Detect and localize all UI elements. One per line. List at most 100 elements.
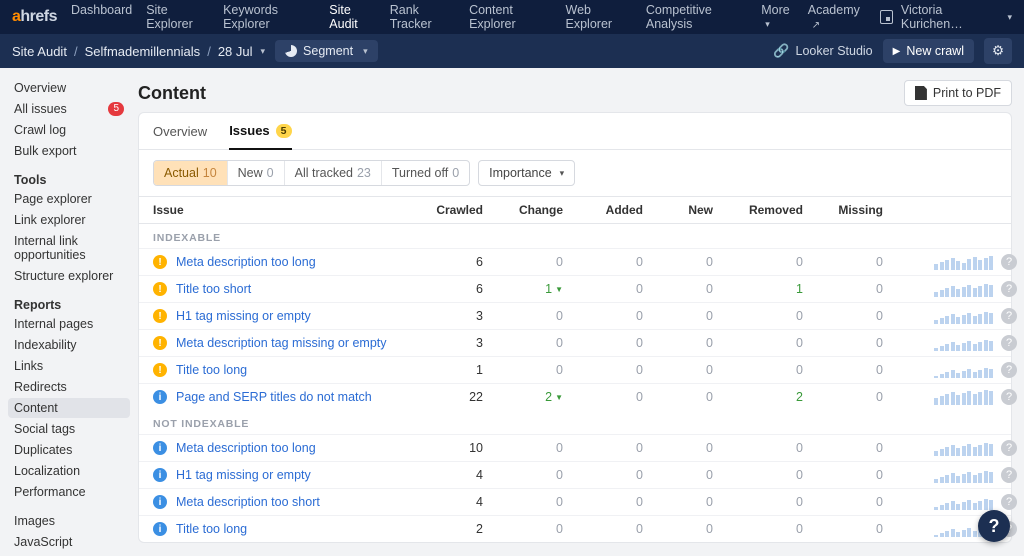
tab-overview[interactable]: Overview bbox=[153, 124, 207, 149]
help-icon[interactable]: ? bbox=[1001, 494, 1017, 510]
help-icon[interactable]: ? bbox=[1001, 467, 1017, 483]
col-issue[interactable]: Issue bbox=[153, 203, 413, 217]
segment-button[interactable]: Segment ▾ bbox=[275, 40, 378, 62]
print-pdf-button[interactable]: Print to PDF bbox=[904, 80, 1012, 106]
cell: 0 bbox=[563, 363, 643, 377]
tab-issues[interactable]: Issues5 bbox=[229, 123, 291, 150]
issue-link[interactable]: !Title too short bbox=[153, 282, 413, 296]
filter-pill-turned-off[interactable]: Turned off0 bbox=[382, 161, 469, 185]
new-crawl-button[interactable]: ▶ New crawl bbox=[883, 39, 974, 63]
chevron-down-icon: ▾ bbox=[560, 168, 565, 179]
nav-item-rank-tracker[interactable]: Rank Tracker bbox=[390, 3, 455, 31]
info-icon: i bbox=[153, 468, 167, 482]
issue-link[interactable]: !Meta description tag missing or empty bbox=[153, 336, 413, 350]
sidebar-item-label: Localization bbox=[14, 464, 80, 478]
nav-item-more[interactable]: More▾ bbox=[761, 3, 794, 31]
nav-item-web-explorer[interactable]: Web Explorer bbox=[566, 3, 632, 31]
sidebar-item-localization[interactable]: Localization bbox=[8, 461, 130, 481]
cell-change: 0 bbox=[483, 468, 563, 482]
sidebar-item-internal-link-opportunities[interactable]: Internal link opportunities bbox=[8, 231, 130, 265]
nav-academy[interactable]: Academy↗ bbox=[808, 3, 866, 31]
issue-name: Title too long bbox=[176, 363, 247, 377]
sidebar-item-links[interactable]: Links bbox=[8, 356, 130, 376]
issue-link[interactable]: iMeta description too short bbox=[153, 495, 413, 509]
sidebar-item-crawl-log[interactable]: Crawl log bbox=[8, 120, 130, 140]
nav-item-keywords-explorer[interactable]: Keywords Explorer bbox=[223, 3, 315, 31]
issue-name: Meta description too short bbox=[176, 495, 320, 509]
sidebar-item-label: Links bbox=[14, 359, 43, 373]
issue-link[interactable]: !H1 tag missing or empty bbox=[153, 309, 413, 323]
sidebar-item-structure-explorer[interactable]: Structure explorer bbox=[8, 266, 130, 286]
sparkline bbox=[883, 467, 993, 483]
issue-link[interactable]: !Title too long bbox=[153, 363, 413, 377]
sidebar-item-page-explorer[interactable]: Page explorer bbox=[8, 189, 130, 209]
col-removed[interactable]: Removed bbox=[713, 203, 803, 217]
sidebar-item-social-tags[interactable]: Social tags bbox=[8, 419, 130, 439]
crumb-date-picker[interactable]: 28 Jul ▾ bbox=[218, 44, 265, 59]
help-icon[interactable]: ? bbox=[1001, 254, 1017, 270]
filter-pill-new[interactable]: New0 bbox=[228, 161, 285, 185]
help-fab[interactable]: ? bbox=[978, 510, 1010, 542]
sidebar-item-javascript[interactable]: JavaScript bbox=[8, 532, 130, 552]
crumb-section[interactable]: Site Audit bbox=[12, 44, 67, 59]
pill-label: All tracked bbox=[295, 166, 353, 180]
sidebar-item-duplicates[interactable]: Duplicates bbox=[8, 440, 130, 460]
col-added[interactable]: Added bbox=[563, 203, 643, 217]
user-menu[interactable]: Victoria Kurichen… ▾ bbox=[880, 3, 1012, 31]
help-icon[interactable]: ? bbox=[1001, 308, 1017, 324]
settings-button[interactable]: ⚙ bbox=[984, 38, 1012, 64]
issue-link[interactable]: iH1 tag missing or empty bbox=[153, 468, 413, 482]
help-icon[interactable]: ? bbox=[1001, 362, 1017, 378]
sidebar-item-overview[interactable]: Overview bbox=[8, 78, 130, 98]
table-row: !Meta description tag missing or empty30… bbox=[139, 329, 1011, 356]
sidebar-item-label: Bulk export bbox=[14, 144, 77, 158]
nav-item-site-explorer[interactable]: Site Explorer bbox=[146, 3, 209, 31]
cell-change: 0 bbox=[483, 336, 563, 350]
col-new[interactable]: New bbox=[643, 203, 713, 217]
sidebar-item-images[interactable]: Images bbox=[8, 511, 130, 531]
brand-logo[interactable]: ahrefs bbox=[12, 8, 57, 26]
issue-link[interactable]: iTitle too long bbox=[153, 522, 413, 536]
filter-pill-actual[interactable]: Actual10 bbox=[154, 161, 228, 185]
nav-item-content-explorer[interactable]: Content Explorer bbox=[469, 3, 551, 31]
help-icon[interactable]: ? bbox=[1001, 389, 1017, 405]
cell: 0 bbox=[643, 309, 713, 323]
looker-studio-link[interactable]: 🔗 Looker Studio bbox=[773, 43, 872, 59]
cell: 4 bbox=[413, 468, 483, 482]
sidebar-item-redirects[interactable]: Redirects bbox=[8, 377, 130, 397]
pill-label: New bbox=[238, 166, 263, 180]
crumb-project[interactable]: Selfmademillennials bbox=[85, 44, 201, 59]
issue-link[interactable]: iPage and SERP titles do not match bbox=[153, 390, 413, 404]
sparkline bbox=[883, 362, 993, 378]
sidebar-item-bulk-export[interactable]: Bulk export bbox=[8, 141, 130, 161]
status-filter-group: Actual10New0All tracked23Turned off0 bbox=[153, 160, 470, 186]
cell: 0 bbox=[643, 336, 713, 350]
issue-link[interactable]: iMeta description too long bbox=[153, 441, 413, 455]
issue-name: Meta description too long bbox=[176, 255, 316, 269]
help-icon[interactable]: ? bbox=[1001, 281, 1017, 297]
sidebar-item-performance[interactable]: Performance bbox=[8, 482, 130, 502]
cell-change: 2▼ bbox=[483, 390, 563, 404]
top-nav: ahrefs Dashboard Site Explorer Keywords Ex… bbox=[0, 0, 1024, 34]
table-row: !Title too short61▼0010?⋯ bbox=[139, 275, 1011, 302]
issue-link[interactable]: !Meta description too long bbox=[153, 255, 413, 269]
nav-item-dashboard[interactable]: Dashboard bbox=[71, 3, 132, 31]
sparkline bbox=[883, 308, 993, 324]
col-crawled[interactable]: Crawled bbox=[413, 203, 483, 217]
sidebar-item-indexability[interactable]: Indexability bbox=[8, 335, 130, 355]
sidebar-item-link-explorer[interactable]: Link explorer bbox=[8, 210, 130, 230]
importance-filter[interactable]: Importance ▾ bbox=[478, 160, 575, 186]
help-icon[interactable]: ? bbox=[1001, 440, 1017, 456]
sidebar-item-content[interactable]: Content bbox=[8, 398, 130, 418]
nav-item-competitive-analysis[interactable]: Competitive Analysis bbox=[646, 3, 747, 31]
sidebar-heading-tools: Tools bbox=[8, 169, 130, 189]
sidebar-item-all-issues[interactable]: All issues5 bbox=[8, 99, 130, 119]
col-missing[interactable]: Missing bbox=[803, 203, 883, 217]
nav-item-site-audit[interactable]: Site Audit bbox=[329, 3, 375, 31]
help-icon[interactable]: ? bbox=[1001, 335, 1017, 351]
sidebar-item-label: Duplicates bbox=[14, 443, 72, 457]
filter-pill-all-tracked[interactable]: All tracked23 bbox=[285, 161, 382, 185]
sidebar-item-internal-pages[interactable]: Internal pages bbox=[8, 314, 130, 334]
col-change[interactable]: Change bbox=[483, 203, 563, 217]
table-row: iMeta description too short400000?⋯ bbox=[139, 488, 1011, 515]
